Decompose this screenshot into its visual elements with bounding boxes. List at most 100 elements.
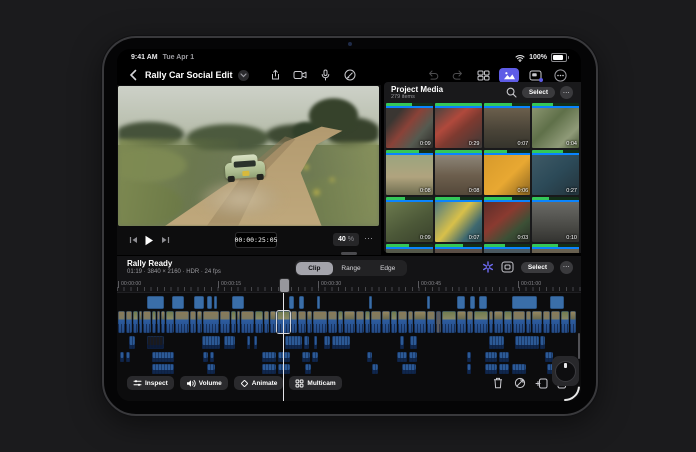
timeline-clip[interactable]	[157, 311, 160, 333]
timeline-clip[interactable]	[371, 311, 381, 333]
timeline-clip[interactable]	[512, 364, 526, 374]
timeline-clip[interactable]	[207, 296, 212, 309]
timeline-clip[interactable]	[299, 296, 304, 309]
timeline-clip[interactable]	[332, 336, 350, 349]
timeline-clip[interactable]	[152, 311, 156, 333]
skip-back-button[interactable]	[125, 232, 141, 248]
play-button[interactable]	[141, 232, 157, 248]
media-browser-icon[interactable]	[499, 68, 519, 83]
timeline-clip[interactable]	[147, 336, 164, 349]
timeline-clip[interactable]	[120, 352, 124, 362]
media-item[interactable]: 0:07	[435, 197, 482, 242]
timeline-clip[interactable]	[457, 311, 466, 333]
video-viewer[interactable]	[118, 86, 379, 226]
timeline-clip[interactable]	[442, 311, 456, 333]
timeline-clip[interactable]	[489, 336, 504, 349]
viewer-layout-icon[interactable]	[474, 68, 492, 83]
timeline-clip[interactable]	[400, 336, 404, 349]
timeline-clip[interactable]	[408, 311, 413, 333]
timeline-clip[interactable]	[551, 311, 560, 333]
timeline-clip[interactable]	[241, 311, 254, 333]
skip-forward-button[interactable]	[157, 232, 173, 248]
timeline-clip[interactable]	[139, 311, 142, 333]
timeline-clip[interactable]	[338, 311, 343, 333]
timeline-clip[interactable]	[410, 336, 417, 349]
timeline-clip[interactable]	[143, 311, 151, 333]
timeline-clip[interactable]	[467, 364, 471, 374]
timeline-clip[interactable]	[210, 352, 214, 362]
timeline-clip[interactable]	[126, 311, 132, 333]
timeline-clip[interactable]	[402, 364, 416, 374]
timeline-clip[interactable]	[262, 352, 276, 362]
media-item[interactable]: 0:09	[386, 103, 433, 148]
media-item[interactable]: 0:06	[484, 150, 531, 195]
timeline-clip[interactable]	[391, 311, 397, 333]
timeline-clip[interactable]	[302, 352, 310, 362]
timeline-clip[interactable]	[479, 296, 487, 309]
timeline-clip[interactable]	[467, 311, 473, 333]
timeline-clip[interactable]	[317, 296, 320, 309]
timeline-clip[interactable]	[220, 311, 230, 333]
timeline-clip[interactable]	[237, 311, 240, 333]
timeline-clip[interactable]	[409, 352, 417, 362]
timeline-clip[interactable]	[494, 311, 503, 333]
timeline-clip[interactable]	[152, 364, 174, 374]
timeline-clip[interactable]	[190, 311, 196, 333]
timeline-clip[interactable]	[365, 311, 370, 333]
timeline-clip[interactable]	[512, 296, 537, 309]
media-item[interactable]: 0:09	[386, 197, 433, 242]
tab-range[interactable]: Range	[333, 262, 370, 275]
timeline-clip[interactable]	[369, 296, 372, 309]
volume-button[interactable]: Volume	[180, 376, 228, 390]
timeline-clip[interactable]	[118, 311, 125, 333]
timeline-clip[interactable]	[312, 352, 318, 362]
timeline-clip[interactable]	[499, 352, 509, 362]
snapping-icon[interactable]	[481, 260, 495, 274]
timeline-clip[interactable]	[470, 296, 475, 309]
timeline-clip[interactable]	[175, 311, 189, 333]
timeline-clip[interactable]	[278, 364, 290, 374]
timeline-clip[interactable]	[328, 311, 337, 333]
media-select-button[interactable]: Select	[522, 87, 555, 98]
timeline-clip[interactable]	[543, 311, 550, 333]
timeline-scrollbar[interactable]	[578, 333, 580, 359]
media-item[interactable]: 0:04	[532, 103, 579, 148]
media-item[interactable]: 0:08	[386, 150, 433, 195]
camera-icon[interactable]	[291, 68, 309, 83]
animate-button[interactable]: Animate	[234, 376, 284, 390]
timeline-clip[interactable]	[427, 311, 435, 333]
project-menu-button[interactable]	[238, 70, 249, 81]
timeline-clip[interactable]	[304, 336, 309, 349]
inspect-button[interactable]: Inspect	[127, 376, 174, 390]
timeline-more-button[interactable]: ⋯	[560, 261, 573, 274]
timeline-select-button[interactable]: Select	[521, 262, 554, 273]
media-item[interactable]: 0:29	[435, 103, 482, 148]
timeline-clip[interactable]	[291, 311, 297, 333]
media-item[interactable]	[435, 244, 482, 253]
timeline-clip[interactable]	[307, 311, 312, 333]
search-icon[interactable]	[506, 87, 517, 98]
timeline-clip[interactable]	[298, 311, 306, 333]
timeline-clip[interactable]	[436, 311, 441, 333]
timeline-clip[interactable]	[570, 311, 576, 333]
timeline-clip[interactable]	[172, 296, 184, 309]
timeline-clip[interactable]	[197, 311, 202, 333]
media-item[interactable]	[386, 244, 433, 253]
timeline-clip[interactable]	[247, 336, 250, 349]
timeline-clip[interactable]	[561, 311, 569, 333]
timeline-clip[interactable]	[152, 352, 174, 362]
timeline-clip[interactable]	[532, 311, 542, 333]
pencil-icon[interactable]	[341, 68, 359, 83]
insert-clip-icon[interactable]	[534, 376, 549, 390]
timeline-clip[interactable]	[314, 336, 317, 349]
timeline-clip[interactable]	[344, 311, 355, 333]
media-item[interactable]	[532, 244, 579, 253]
timeline-clip[interactable]	[485, 352, 497, 362]
timeline-clip[interactable]	[278, 352, 290, 362]
timeline-clip[interactable]	[133, 311, 138, 333]
viewer-zoom-control[interactable]: 40 %	[333, 233, 359, 246]
timeline-clip[interactable]	[457, 296, 465, 309]
timeline-clip[interactable]	[126, 352, 130, 362]
microphone-icon[interactable]	[316, 68, 334, 83]
multicam-button[interactable]: Multicam	[289, 376, 341, 390]
